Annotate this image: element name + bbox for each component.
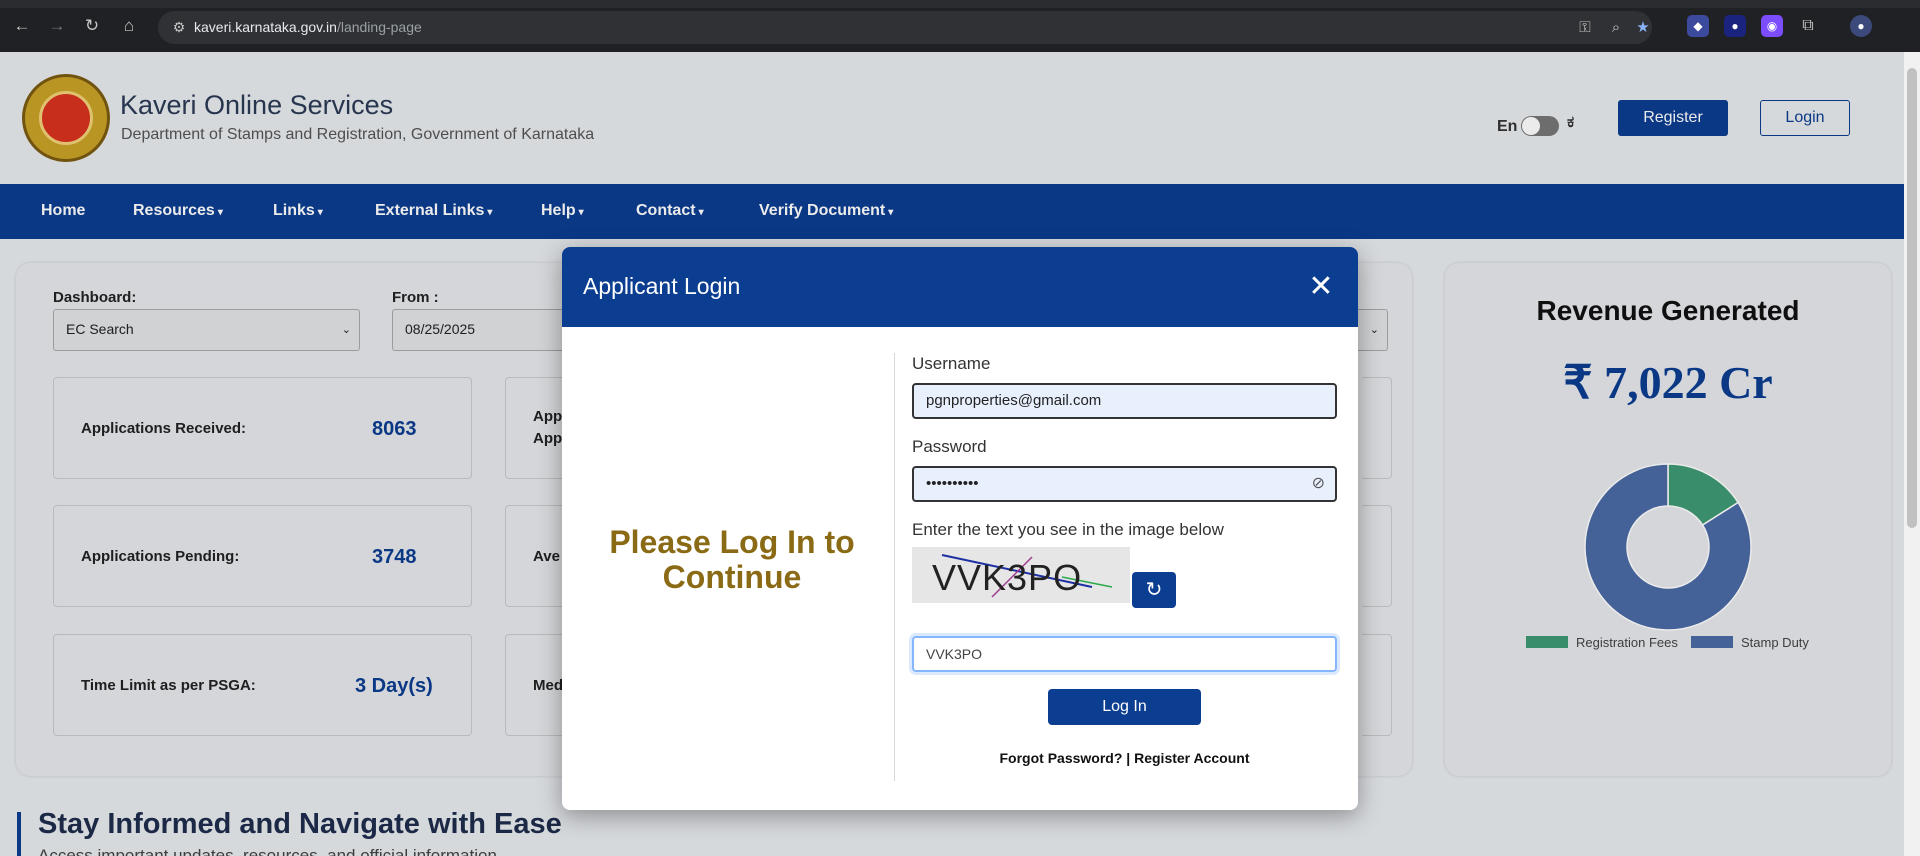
login-prompt-message: Please Log In to Continue	[609, 524, 855, 595]
home-icon[interactable]: ⌂	[117, 14, 141, 38]
zoom-icon[interactable]: ⌕	[1605, 17, 1627, 39]
extension-icon[interactable]: ●	[1724, 15, 1746, 37]
back-icon[interactable]: ←	[10, 14, 34, 38]
url-path: /landing-page	[336, 19, 422, 35]
username-value: pgnproperties@gmail.com	[926, 392, 1102, 409]
captcha-image: VVK3PO	[912, 547, 1130, 603]
password-field[interactable]: •••••••••• ⊘	[912, 466, 1337, 502]
modal-header: Applicant Login ✕	[562, 247, 1358, 327]
eye-slash-icon[interactable]: ⊘	[1312, 468, 1325, 500]
password-label: Password	[912, 437, 987, 456]
extension-icon[interactable]: ◆	[1687, 15, 1709, 37]
password-key-icon[interactable]: ⚿	[1574, 17, 1596, 39]
url-host: kaveri.karnataka.gov.in	[194, 19, 337, 35]
reload-icon[interactable]: ↻	[80, 14, 104, 38]
browser-toolbar: ← → ↻ ⌂ ⚙ kaveri.karnataka.gov.in/landin…	[0, 0, 1920, 52]
captcha-text: VVK3PO	[932, 557, 1083, 598]
register-account-link[interactable]: Register Account	[1134, 750, 1249, 766]
captcha-input[interactable]: VVK3PO	[912, 636, 1337, 672]
link-separator: |	[1122, 750, 1135, 766]
captcha-prompt: Enter the text you see in the image belo…	[912, 520, 1224, 539]
extensions-puzzle-icon[interactable]: ⧉	[1797, 15, 1819, 37]
address-bar[interactable]: ⚙ kaveri.karnataka.gov.in/landing-page ⚿…	[158, 11, 1652, 44]
modal-title: Applicant Login	[583, 273, 741, 299]
forward-icon[interactable]: →	[45, 14, 69, 38]
site-settings-icon[interactable]: ⚙	[170, 18, 188, 36]
profile-icon[interactable]: ●	[1850, 15, 1872, 37]
tab-strip	[0, 0, 1920, 8]
page-scrollbar[interactable]	[1904, 52, 1920, 856]
username-field[interactable]: pgnproperties@gmail.com	[912, 383, 1337, 419]
bookmark-star-icon[interactable]: ★	[1632, 17, 1654, 39]
refresh-icon[interactable]: ↻	[1132, 572, 1176, 608]
login-modal: Applicant Login ✕ Please Log In to Conti…	[562, 247, 1358, 810]
extension-icon[interactable]: ◉	[1761, 15, 1783, 37]
forgot-password-link[interactable]: Forgot Password?	[1000, 750, 1123, 766]
modal-divider	[894, 353, 895, 781]
address-url[interactable]: kaveri.karnataka.gov.in/landing-page	[194, 19, 422, 35]
close-icon[interactable]: ✕	[1303, 269, 1339, 305]
password-value: ••••••••••	[926, 475, 979, 492]
login-submit-button[interactable]: Log In	[1048, 689, 1201, 725]
captcha-input-value: VVK3PO	[926, 646, 983, 662]
login-links: Forgot Password? | Register Account	[912, 750, 1337, 766]
scrollbar-thumb[interactable]	[1907, 68, 1917, 528]
username-label: Username	[912, 354, 991, 373]
